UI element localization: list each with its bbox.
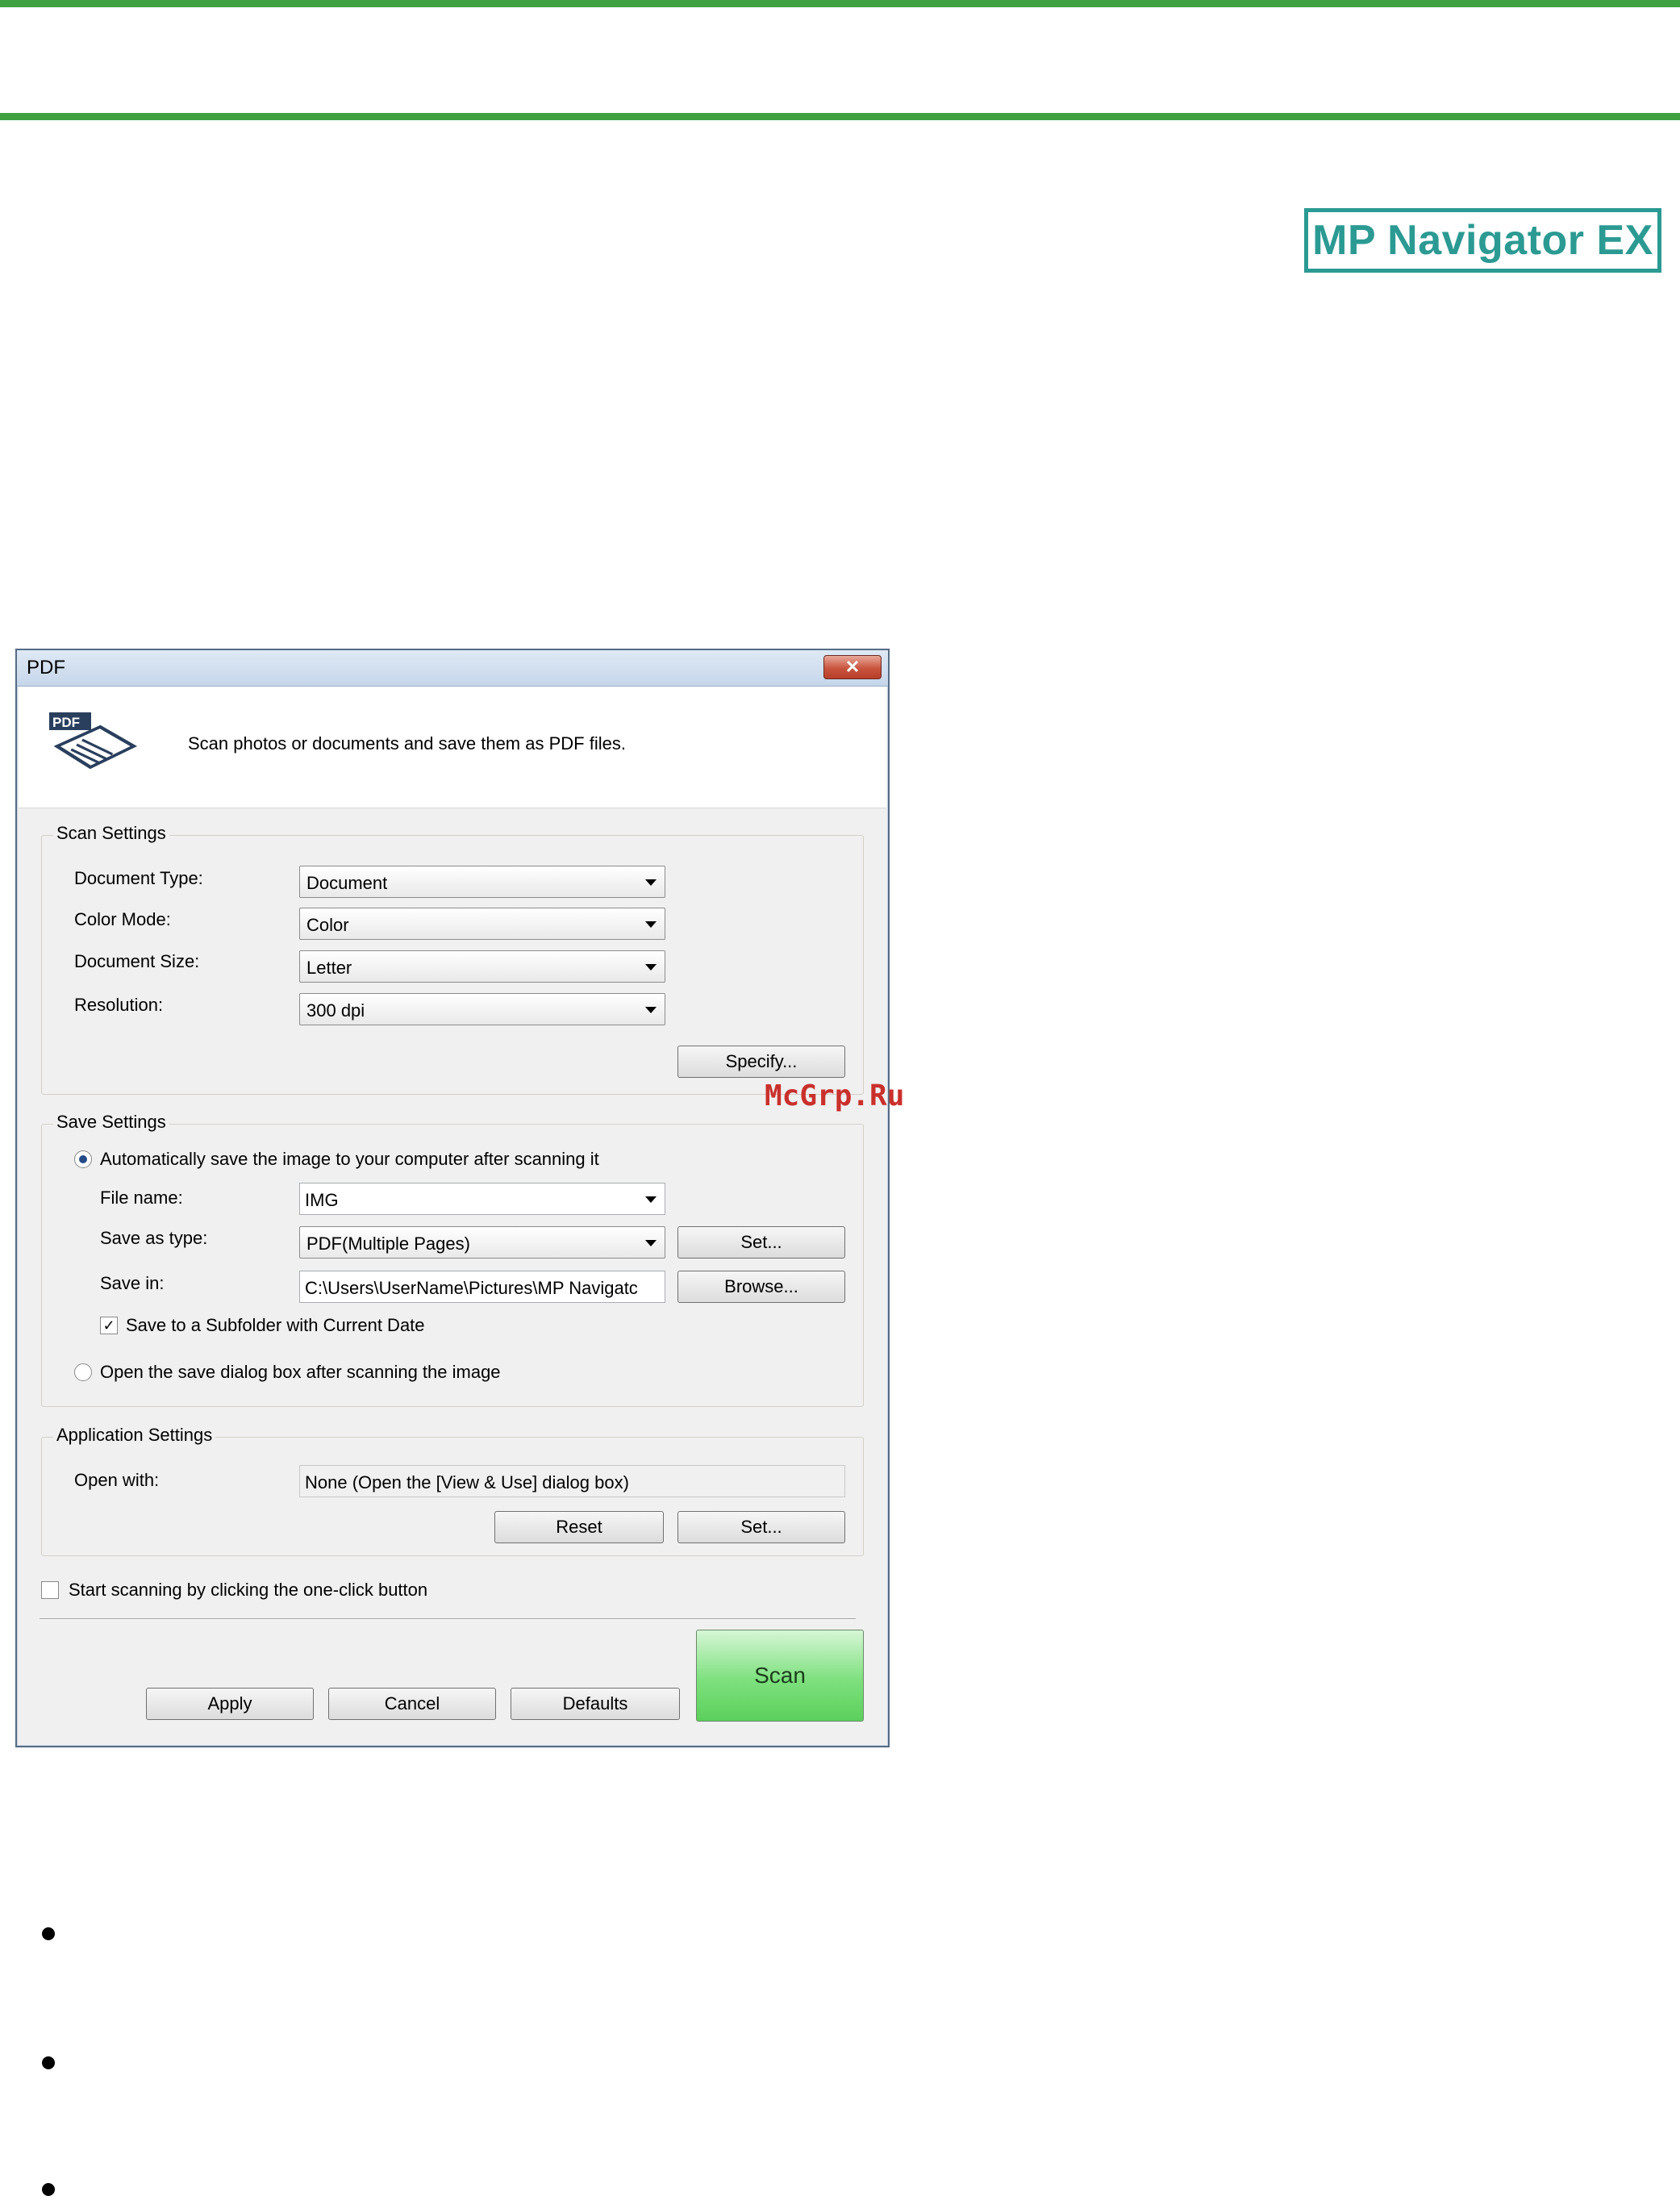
resolution-label: Resolution: <box>74 995 164 1015</box>
svg-text:PDF: PDF <box>52 715 80 730</box>
color-mode-select[interactable]: Color <box>299 908 665 940</box>
dialog-titlebar: PDF ✕ <box>17 650 888 687</box>
open-with-label: Open with: <box>74 1470 160 1490</box>
footer-separator <box>40 1618 856 1620</box>
document-type-label: Document Type: <box>74 868 203 888</box>
list-bullet <box>42 2056 55 2069</box>
save-in-value: C:\Users\UserName\Pictures\MP Navigatc <box>305 1278 638 1298</box>
one-click-checkbox[interactable] <box>41 1581 59 1599</box>
save-settings-group: Save Settings Automatically save the ima… <box>41 1112 864 1407</box>
color-mode-value: Color <box>306 915 349 935</box>
reset-button[interactable]: Reset <box>494 1511 664 1543</box>
subfolder-label: Save to a Subfolder with Current Date <box>126 1315 425 1335</box>
auto-save-label: Automatically save the image to your com… <box>100 1149 599 1169</box>
brand-logo-text: MP Navigator EX <box>1312 217 1653 264</box>
subfolder-checkbox[interactable]: ✓ <box>100 1317 118 1334</box>
scan-settings-title: Scan Settings <box>53 823 169 844</box>
application-settings-group: Application Settings Open with: None (Op… <box>41 1425 864 1556</box>
open-with-field: None (Open the [View & Use] dialog box) <box>299 1465 845 1497</box>
header-rule <box>0 113 1680 120</box>
open-with-value: None (Open the [View & Use] dialog box) <box>305 1472 629 1492</box>
resolution-value: 300 dpi <box>306 1000 365 1021</box>
list-bullet <box>42 1927 55 1940</box>
scan-settings-group: Scan Settings Document Type: Document Co… <box>41 823 864 1095</box>
chevron-down-icon <box>645 879 657 886</box>
document-size-value: Letter <box>306 958 352 978</box>
save-as-type-select[interactable]: PDF(Multiple Pages) <box>299 1226 665 1259</box>
chevron-down-icon <box>645 1240 657 1246</box>
cancel-button[interactable]: Cancel <box>328 1688 496 1720</box>
chevron-down-icon <box>645 921 657 928</box>
apply-button[interactable]: Apply <box>146 1688 314 1720</box>
save-settings-title: Save Settings <box>53 1112 169 1133</box>
watermark-text: McGrp.Ru <box>765 1079 905 1113</box>
auto-save-radio[interactable] <box>74 1150 92 1168</box>
pdf-dialog: PDF ✕ PDF Scan photos or documents and s… <box>15 649 890 1747</box>
file-name-input[interactable]: IMG <box>299 1183 665 1215</box>
resolution-select[interactable]: 300 dpi <box>299 993 665 1025</box>
close-icon: ✕ <box>844 657 861 677</box>
browse-button[interactable]: Browse... <box>677 1271 845 1303</box>
defaults-button[interactable]: Defaults <box>511 1688 680 1720</box>
color-mode-label: Color Mode: <box>74 909 171 929</box>
app-set-button[interactable]: Set... <box>677 1511 845 1543</box>
top-rule <box>0 0 1680 7</box>
brand-logo: MP Navigator EX <box>1304 208 1661 273</box>
save-in-input[interactable]: C:\Users\UserName\Pictures\MP Navigatc <box>299 1271 665 1303</box>
chevron-down-icon <box>645 1196 657 1203</box>
open-dialog-label: Open the save dialog box after scanning … <box>100 1362 501 1382</box>
save-as-type-label: Save as type: <box>100 1228 208 1248</box>
file-name-label: File name: <box>100 1188 183 1208</box>
document-type-value: Document <box>306 873 388 893</box>
chevron-down-icon <box>645 1007 657 1013</box>
document-type-select[interactable]: Document <box>299 866 665 898</box>
list-bullet <box>42 2183 55 2196</box>
one-click-label: Start scanning by clicking the one-click… <box>69 1580 428 1600</box>
open-dialog-radio[interactable] <box>74 1363 92 1381</box>
dialog-title: PDF <box>27 657 65 678</box>
scan-button[interactable]: Scan <box>696 1630 864 1722</box>
document-size-select[interactable]: Letter <box>299 950 665 983</box>
document-size-label: Document Size: <box>74 951 200 971</box>
chevron-down-icon <box>645 964 657 971</box>
close-button[interactable]: ✕ <box>823 655 882 679</box>
save-type-set-button[interactable]: Set... <box>677 1226 845 1259</box>
pdf-document-icon: PDF <box>49 712 138 770</box>
dialog-description: Scan photos or documents and save them a… <box>188 733 626 754</box>
file-name-value: IMG <box>305 1190 339 1210</box>
dialog-header: PDF Scan photos or documents and save th… <box>19 687 886 808</box>
save-in-label: Save in: <box>100 1273 165 1293</box>
application-settings-title: Application Settings <box>53 1425 216 1446</box>
specify-button[interactable]: Specify... <box>677 1046 845 1078</box>
save-as-type-value: PDF(Multiple Pages) <box>306 1234 470 1254</box>
